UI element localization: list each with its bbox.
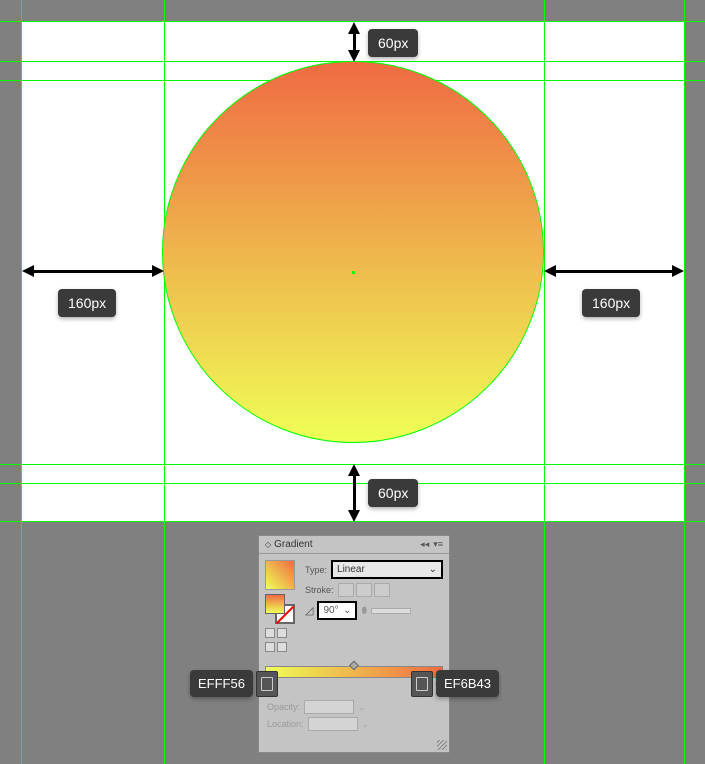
- arrowhead-icon: [348, 510, 360, 522]
- arrowhead-icon: [348, 22, 360, 34]
- location-label: Location:: [267, 719, 304, 729]
- arrowhead-icon: [348, 50, 360, 62]
- gradient-preview[interactable]: [265, 560, 295, 590]
- arrowhead-icon: [348, 464, 360, 476]
- measure-label-right: 160px: [582, 289, 640, 317]
- stroke-option-button[interactable]: [374, 583, 390, 597]
- color-code-end: EF6B43: [436, 670, 499, 697]
- swatch-icon[interactable]: [277, 642, 287, 652]
- type-label: Type:: [305, 565, 327, 575]
- angle-input[interactable]: 90° ⌄: [317, 601, 357, 620]
- swatch-link-icon: [411, 671, 433, 697]
- angle-icon: ◿: [305, 604, 313, 617]
- panel-header[interactable]: ◇ Gradient ◂◂ ▾≡: [259, 536, 449, 554]
- guide-vertical: [164, 0, 165, 764]
- chevron-down-icon: ⌄: [358, 702, 366, 713]
- swatch-icon[interactable]: [277, 628, 287, 638]
- center-point: [352, 271, 355, 274]
- stroke-option-button[interactable]: [356, 583, 372, 597]
- measure-arrow-left: [30, 270, 158, 273]
- guide-vertical: [684, 0, 685, 764]
- arrowhead-icon: [152, 265, 164, 277]
- arrowhead-icon: [22, 265, 34, 277]
- gradient-circle[interactable]: [162, 61, 544, 443]
- arrowhead-icon: [672, 265, 684, 277]
- ratio-input: [371, 608, 411, 614]
- angle-value: 90°: [323, 605, 338, 616]
- opacity-input[interactable]: [304, 700, 354, 714]
- swatch-link-icon: [256, 671, 278, 697]
- measure-label-bottom: 60px: [368, 479, 418, 507]
- gradient-panel[interactable]: ◇ Gradient ◂◂ ▾≡ Ty: [258, 535, 450, 753]
- color-code-start: EFFF56: [190, 670, 253, 697]
- expand-icon[interactable]: ◇: [265, 540, 271, 549]
- stroke-label: Stroke:: [305, 585, 334, 595]
- chevron-down-icon: ⌄: [429, 564, 437, 575]
- type-value: Linear: [337, 564, 365, 575]
- measure-label-top: 60px: [368, 29, 418, 57]
- aspect-icon: ⬮: [361, 605, 367, 616]
- resize-grip[interactable]: [437, 740, 447, 750]
- stroke-option-button[interactable]: [338, 583, 354, 597]
- measure-label-left: 160px: [58, 289, 116, 317]
- panel-menu-icon[interactable]: ▾≡: [433, 539, 443, 550]
- chevron-down-icon: ⌄: [362, 719, 370, 730]
- arrowhead-icon: [544, 265, 556, 277]
- chevron-down-icon: ⌄: [343, 605, 351, 616]
- opacity-label: Opacity:: [267, 702, 300, 712]
- type-select[interactable]: Linear ⌄: [331, 560, 443, 579]
- guide-vertical: [544, 0, 545, 764]
- fill-stroke-swatch[interactable]: [265, 594, 295, 624]
- swatch-icon[interactable]: [265, 628, 275, 638]
- swatch-icon[interactable]: [265, 642, 275, 652]
- color-callout-start: EFFF56: [190, 670, 281, 697]
- location-input[interactable]: [308, 717, 358, 731]
- measure-arrow-bottom: [353, 470, 356, 515]
- measure-arrow-right: [552, 270, 678, 273]
- guide-vertical: [21, 0, 22, 764]
- panel-title: Gradient: [274, 539, 312, 550]
- panel-collapse-icon[interactable]: ◂◂: [420, 539, 429, 550]
- color-callout-end: EF6B43: [408, 670, 499, 697]
